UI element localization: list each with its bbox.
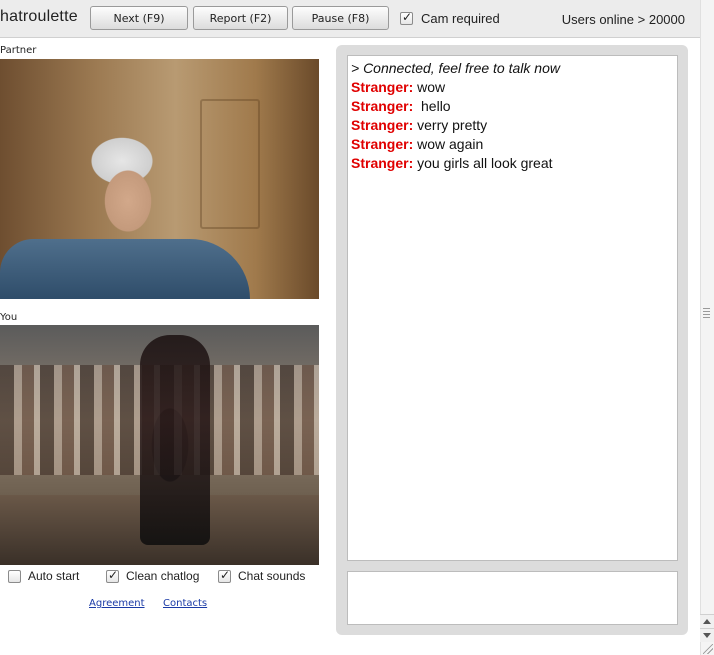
you-video [0, 325, 319, 565]
chat-message: Stranger: wow again [351, 135, 674, 154]
chat-message: Stranger: verry pretty [351, 116, 674, 135]
contacts-link[interactable]: Contacts [163, 598, 207, 609]
app-logo: hatroulette [0, 8, 78, 25]
cam-required-label: Cam required [421, 11, 500, 26]
chat-message: Stranger: you girls all look great [351, 154, 674, 173]
checkbox-icon[interactable] [8, 569, 21, 583]
checkbox-icon[interactable] [400, 10, 413, 25]
message-text: you girls all look great [413, 155, 553, 171]
message-sender: Stranger: [351, 155, 414, 171]
auto-start-label: Auto start [28, 569, 80, 583]
scrollbar-grip-icon[interactable] [703, 308, 710, 319]
pause-button[interactable]: Pause (F8) [292, 6, 389, 30]
agreement-link[interactable]: Agreement [89, 598, 145, 609]
partner-label: Partner [0, 45, 37, 56]
clean-chatlog-label: Clean chatlog [126, 569, 200, 583]
chat-options: Auto start Clean chatlog Chat sounds [8, 568, 328, 587]
you-label: You [0, 312, 18, 323]
users-online-count: Users online > 20000 [561, 12, 685, 27]
scroll-down-arrow-icon[interactable] [700, 628, 714, 642]
checkbox-icon[interactable] [106, 568, 119, 583]
page-scrollbar[interactable] [700, 0, 714, 655]
cam-required-checkbox[interactable]: Cam required [400, 10, 500, 26]
partner-video-background-door [200, 99, 260, 229]
message-text: wow again [413, 136, 484, 152]
message-text: wow [413, 79, 446, 95]
chat-log[interactable]: > Connected, feel free to talk now Stran… [347, 55, 678, 561]
top-toolbar: hatroulette Next (F9) Report (F2) Pause … [0, 0, 714, 38]
contacts-link-wrap: Contacts [163, 598, 207, 609]
chat-message: Stranger: hello [351, 97, 674, 116]
checkbox-icon[interactable] [218, 568, 231, 583]
message-sender: Stranger: [351, 79, 414, 95]
message-text: hello [413, 98, 451, 114]
report-button[interactable]: Report (F2) [193, 6, 288, 30]
chat-sounds-checkbox[interactable]: Chat sounds [218, 568, 306, 583]
agreement-link-wrap: Agreement [89, 598, 145, 609]
message-sender: Stranger: [351, 117, 414, 133]
scroll-up-arrow-icon[interactable] [700, 614, 714, 628]
chat-message: Stranger: wow [351, 78, 674, 97]
you-video-dancer [140, 335, 210, 545]
system-message: > Connected, feel free to talk now [351, 60, 560, 76]
clean-chatlog-checkbox[interactable]: Clean chatlog [106, 568, 200, 583]
resize-grip-icon[interactable] [703, 644, 713, 654]
message-sender: Stranger: [351, 98, 414, 114]
chat-input[interactable] [347, 571, 678, 625]
chat-sounds-label: Chat sounds [238, 569, 306, 583]
partner-video-person [0, 239, 250, 299]
message-sender: Stranger: [351, 136, 414, 152]
partner-video [0, 59, 319, 299]
auto-start-checkbox[interactable]: Auto start [8, 569, 79, 583]
message-text: verry pretty [413, 117, 488, 133]
next-button[interactable]: Next (F9) [90, 6, 188, 30]
